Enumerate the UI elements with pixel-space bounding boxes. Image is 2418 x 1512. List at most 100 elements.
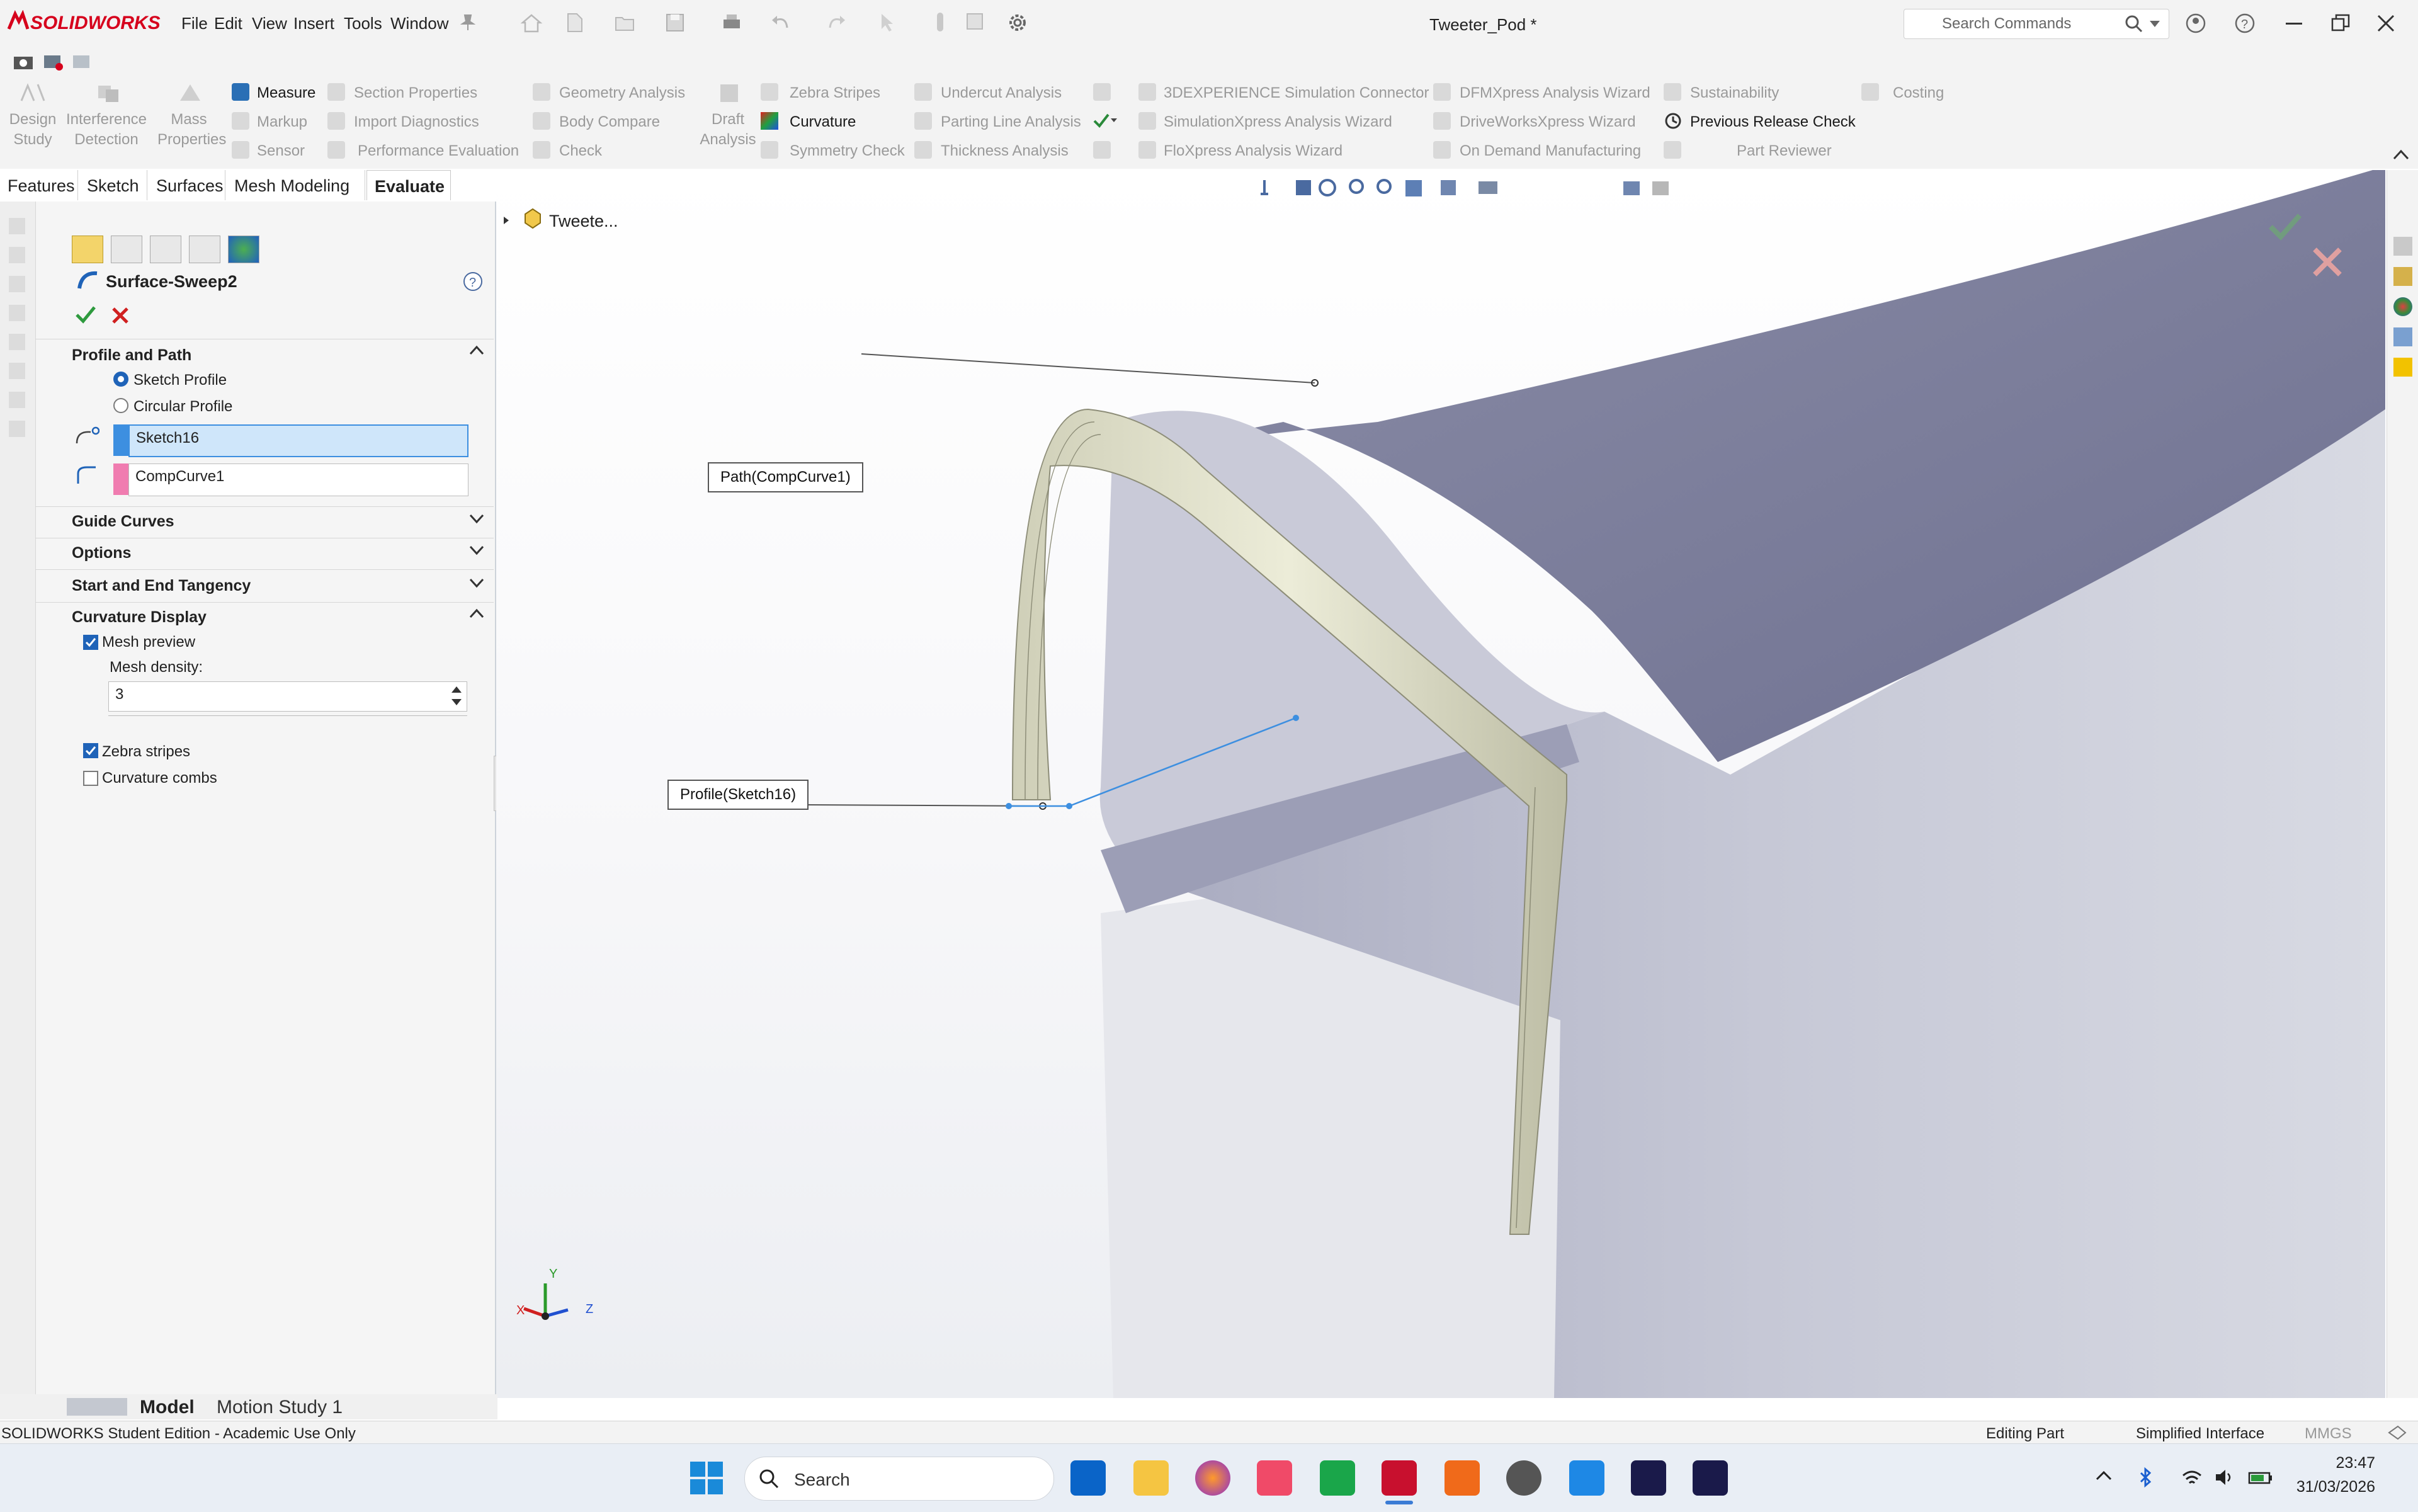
clock-time[interactable]: 23:47: [2305, 1454, 2375, 1472]
profile-callout[interactable]: Profile(Sketch16): [667, 780, 809, 810]
performance-evaluation-icon[interactable]: [327, 141, 345, 159]
redo-icon[interactable]: [825, 11, 848, 34]
tool-icon-6[interactable]: [9, 363, 25, 379]
collapse-chevron-icon[interactable]: [468, 607, 485, 620]
tab-model[interactable]: Model: [140, 1397, 195, 1418]
path-selection-field[interactable]: CompCurve1: [128, 463, 468, 496]
check-icon[interactable]: [533, 141, 550, 159]
mass-properties-icon[interactable]: [176, 82, 204, 105]
undo-icon[interactable]: [769, 11, 792, 34]
options-gear-icon[interactable]: [1006, 11, 1029, 34]
help-question-icon[interactable]: ?: [462, 271, 484, 292]
menu-insert[interactable]: Insert: [293, 14, 334, 33]
profile-path-header[interactable]: Profile and Path: [72, 346, 191, 365]
resources-icon[interactable]: [2393, 237, 2412, 256]
check-button[interactable]: Check: [559, 142, 602, 160]
mysolidworks-icon[interactable]: [2393, 358, 2412, 377]
on-demand-manufacturing-button[interactable]: On Demand Manufacturing: [1460, 142, 1641, 160]
clock-date[interactable]: 31/03/2026: [2295, 1478, 2375, 1496]
menu-window[interactable]: Window: [390, 14, 448, 33]
search-commands-input[interactable]: Search Commands: [1904, 9, 2169, 39]
help-icon[interactable]: ?: [2234, 13, 2256, 34]
feature-statistics-icon[interactable]: [1092, 111, 1123, 131]
save-icon[interactable]: [664, 11, 686, 34]
part-reviewer-icon[interactable]: [1664, 141, 1681, 159]
sketch-profile-radio[interactable]: [113, 372, 128, 387]
user-account-icon[interactable]: [2185, 13, 2206, 34]
interference-detection-icon[interactable]: [94, 82, 122, 105]
property-manager-tab-icon[interactable]: [111, 236, 142, 263]
configuration-manager-tab-icon[interactable]: [150, 236, 181, 263]
previous-release-check-icon[interactable]: [1664, 111, 1683, 131]
select-icon[interactable]: [877, 11, 899, 34]
design-study-button[interactable]: Design Study: [8, 110, 58, 150]
undercut-analysis-button[interactable]: Undercut Analysis: [941, 84, 1062, 102]
appearances-icon[interactable]: [2393, 297, 2412, 316]
design-library-icon[interactable]: [2393, 267, 2412, 286]
performance-evaluation-button[interactable]: Performance Evaluation: [358, 142, 519, 160]
spin-up-icon[interactable]: [448, 683, 465, 695]
premiere-icon[interactable]: [1693, 1460, 1728, 1496]
battery-icon[interactable]: [2248, 1468, 2273, 1487]
previous-release-check-button[interactable]: Previous Release Check: [1690, 113, 1856, 131]
quick-tips-icon[interactable]: [2387, 1424, 2408, 1441]
outlook-icon[interactable]: [1070, 1460, 1106, 1496]
driveworksxpress-button[interactable]: DriveWorksXpress Wizard: [1460, 113, 1636, 131]
symmetry-check-button[interactable]: Symmetry Check: [790, 142, 905, 160]
volume-icon[interactable]: [2214, 1468, 2235, 1487]
design-study-icon[interactable]: [19, 82, 47, 105]
circular-profile-radio[interactable]: [113, 398, 128, 413]
measure-button[interactable]: Measure: [257, 84, 315, 102]
menu-edit[interactable]: Edit: [214, 14, 242, 33]
sensor-icon[interactable]: [232, 141, 249, 159]
expand-chevron-icon[interactable]: [468, 544, 485, 557]
sustainability-icon[interactable]: [1664, 83, 1681, 101]
section-properties-button[interactable]: Section Properties: [354, 84, 477, 102]
minimize-icon[interactable]: [2286, 23, 2302, 25]
tool-icon-4[interactable]: [9, 305, 25, 321]
measure-icon[interactable]: [232, 83, 249, 101]
costing-button[interactable]: Costing: [1893, 84, 1944, 102]
taskbar-search[interactable]: Search: [744, 1457, 1054, 1501]
tab-scroll-arrows-icon[interactable]: [67, 1398, 127, 1416]
display-pane-icon[interactable]: [72, 53, 93, 71]
sustainability-button[interactable]: Sustainability: [1690, 84, 1779, 102]
dimxpert-manager-tab-icon[interactable]: [189, 236, 220, 263]
ok-check-icon[interactable]: [74, 305, 97, 325]
guide-curves-header[interactable]: Guide Curves: [72, 513, 174, 531]
simulation-connector-button[interactable]: 3DEXPERIENCE Simulation Connector: [1164, 84, 1429, 102]
file-explorer-icon[interactable]: [1133, 1460, 1169, 1496]
simulation-connector-icon[interactable]: [1138, 83, 1156, 101]
open-folder-icon[interactable]: [613, 11, 636, 34]
tool-icon-7[interactable]: [9, 392, 25, 408]
expand-chevron-icon[interactable]: [468, 577, 485, 589]
tab-surfaces[interactable]: Surfaces: [149, 170, 225, 200]
camera-icon[interactable]: [13, 53, 34, 71]
tab-motion-study[interactable]: Motion Study 1: [217, 1397, 343, 1418]
geometry-analysis-icon[interactable]: [533, 83, 550, 101]
menu-tools[interactable]: Tools: [344, 14, 382, 33]
search-icon[interactable]: [2125, 14, 2143, 33]
print-icon[interactable]: [720, 11, 743, 34]
restore-icon[interactable]: [2331, 14, 2350, 31]
mesh-preview-checkbox[interactable]: [83, 635, 98, 650]
zebra-stripes-checkbox[interactable]: [83, 743, 98, 758]
confirm-ok-icon[interactable]: [2266, 208, 2303, 246]
body-compare-button[interactable]: Body Compare: [559, 113, 660, 131]
tool-icon-2[interactable]: [9, 247, 25, 263]
tool-icon-1[interactable]: [9, 218, 25, 234]
new-document-icon[interactable]: [563, 11, 586, 34]
profile-selection-field[interactable]: Sketch16: [128, 424, 468, 457]
confirm-cancel-icon[interactable]: [2310, 244, 2345, 280]
simulationxpress-button[interactable]: SimulationXpress Analysis Wizard: [1164, 113, 1392, 131]
wifi-icon[interactable]: [2181, 1468, 2203, 1487]
curvature-display-header[interactable]: Curvature Display: [72, 608, 207, 627]
tab-evaluate[interactable]: Evaluate: [366, 170, 451, 200]
curvature-combs-checkbox[interactable]: [83, 771, 98, 786]
draft-analysis-button[interactable]: Draft Analysis: [699, 110, 757, 150]
solidworks-logo-icon[interactable]: [6, 10, 30, 35]
expand-chevron-icon[interactable]: [468, 513, 485, 525]
dfmxpress-button[interactable]: DFMXpress Analysis Wizard: [1460, 84, 1650, 102]
menu-file[interactable]: File: [181, 14, 208, 33]
zebra-stripes-icon[interactable]: [761, 83, 778, 101]
